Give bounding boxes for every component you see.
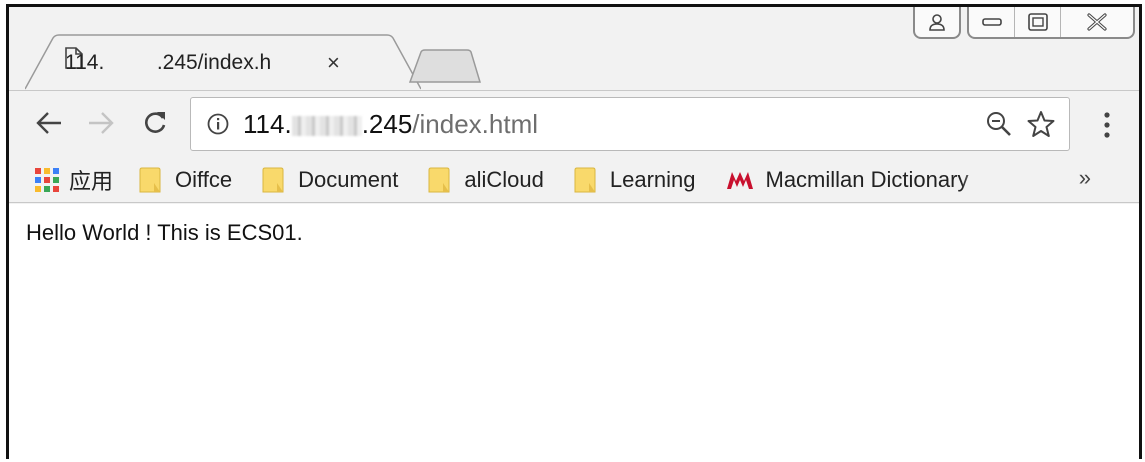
chrome-menu-button[interactable]	[1095, 105, 1119, 145]
bookmark-label: Macmillan Dictionary	[765, 166, 969, 192]
arrow-right-icon	[89, 112, 114, 134]
bookmarks-bar: 应用 Oiffce Document aliCloud Learning Mac…	[9, 157, 1139, 203]
close-icon	[1087, 13, 1107, 31]
profile-button[interactable]	[913, 7, 961, 39]
browser-window: 114. .245/index.h × 114. .245/index.html…	[6, 4, 1142, 462]
minimize-icon	[981, 18, 1002, 26]
bookmark-star-button[interactable]	[1027, 110, 1055, 138]
star-icon	[1027, 111, 1055, 137]
window-buttons	[967, 7, 1135, 39]
bookmark-folder-oiffce[interactable]: Oiffce	[139, 167, 232, 193]
user-icon	[929, 14, 945, 31]
url-text: 114. .245/index.html	[243, 109, 538, 140]
back-button[interactable]	[29, 103, 69, 143]
bookmark-label: Oiffce	[175, 166, 233, 192]
tab-close-icon[interactable]: ×	[327, 52, 340, 74]
bookmark-label: Document	[298, 166, 399, 192]
bookmarks-overflow-icon[interactable]: »	[1079, 165, 1091, 191]
macmillan-logo-icon	[726, 171, 753, 189]
bookmark-apps[interactable]: 应用	[35, 164, 113, 196]
reload-icon	[145, 112, 166, 133]
zoom-button[interactable]	[985, 110, 1013, 138]
bookmark-folder-alicloud[interactable]: aliCloud	[428, 167, 544, 193]
bookmark-macmillan[interactable]: Macmillan Dictionary	[726, 167, 988, 193]
bookmark-apps-label: 应用	[69, 168, 114, 194]
bookmark-label: aliCloud	[464, 166, 544, 192]
close-window-button[interactable]	[1061, 7, 1133, 37]
forward-button[interactable]	[81, 103, 121, 143]
page-body-text: Hello World ! This is ECS01.	[26, 220, 303, 245]
maximize-button[interactable]	[1015, 7, 1061, 37]
title-bar: 114. .245/index.h ×	[9, 7, 1139, 90]
url-host-prefix: 114.	[243, 108, 292, 139]
kebab-menu-icon	[1104, 112, 1110, 138]
url-host-suffix: .245	[361, 108, 413, 139]
toolbar: 114. .245/index.html	[9, 90, 1139, 160]
bookmark-folder-document[interactable]: Document	[262, 167, 398, 193]
tab-title: 114. .245/index.h	[65, 51, 272, 74]
url-path: /index.html	[412, 108, 539, 139]
window-controls	[913, 7, 1135, 43]
info-icon[interactable]	[207, 113, 229, 135]
redacted-ip-segment	[291, 115, 362, 136]
new-tab-button[interactable]	[409, 49, 481, 83]
minimize-button[interactable]	[969, 7, 1015, 37]
page-viewport: Hello World ! This is ECS01.	[9, 204, 1139, 462]
arrow-left-icon	[36, 112, 61, 134]
folder-icon	[262, 167, 284, 192]
folder-icon	[139, 167, 161, 192]
folder-icon	[574, 167, 596, 192]
apps-grid-icon	[35, 167, 59, 192]
folder-icon	[428, 167, 450, 192]
active-tab[interactable]: 114. .245/index.h ×	[25, 34, 421, 90]
reload-button[interactable]	[135, 103, 175, 143]
zoom-out-icon	[987, 112, 1011, 136]
maximize-icon	[1027, 13, 1048, 31]
bookmark-label: Learning	[609, 166, 696, 192]
bookmark-folder-learning[interactable]: Learning	[574, 167, 696, 193]
address-bar[interactable]: 114. .245/index.html	[190, 97, 1070, 151]
